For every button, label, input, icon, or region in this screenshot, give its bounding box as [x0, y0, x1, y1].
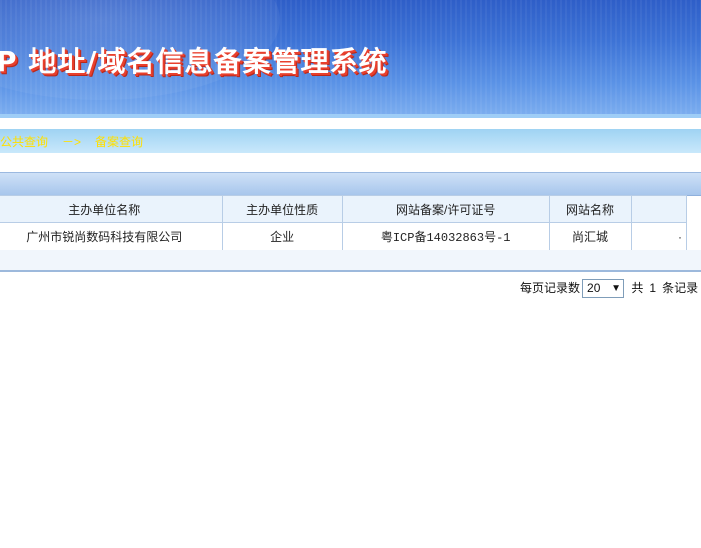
header-divider	[0, 114, 701, 118]
breadcrumb: 公共查询 －> 备案查询	[0, 133, 143, 150]
column-header-more	[630, 195, 688, 223]
breadcrumb-separator: －>	[62, 135, 82, 149]
per-page-label: 每页记录数	[520, 281, 581, 295]
table-header-row: 主办单位名称 主办单位性质 网站备案/许可证号 网站名称	[0, 195, 688, 223]
dropdown-arrow-icon: ▼	[611, 283, 622, 295]
system-title: P 地址/域名信息备案管理系统	[0, 45, 388, 78]
total-count: 1	[649, 281, 657, 295]
results-section-bar	[0, 172, 701, 196]
column-header-license-number: 网站备案/许可证号	[341, 195, 550, 223]
column-header-site-name: 网站名称	[548, 195, 632, 223]
per-page-select[interactable]: 20 ▼	[582, 279, 625, 299]
breadcrumb-bar: 公共查询 －> 备案查询	[0, 129, 701, 153]
per-page-value: 20	[587, 281, 601, 296]
cell-detail-link[interactable]: ·	[630, 222, 688, 251]
total-prefix: 共	[631, 281, 644, 295]
total-suffix: 条记录	[662, 281, 699, 295]
breadcrumb-current[interactable]: 备案查询	[95, 135, 143, 149]
column-header-sponsor-type: 主办单位性质	[221, 195, 343, 223]
cell-license-number: 粤ICP备14032863号-1	[341, 222, 550, 251]
header-banner: P 地址/域名信息备案管理系统	[0, 0, 701, 118]
cell-sponsor-name: 广州市锐尚数码科技有限公司	[0, 222, 223, 251]
results-table: 主办单位名称 主办单位性质 网站备案/许可证号 网站名称 广州市锐尚数码科技有限…	[0, 195, 688, 251]
table-row: 广州市锐尚数码科技有限公司 企业 粤ICP备14032863号-1 尚汇城 ·	[0, 222, 688, 251]
table-footer-bar	[0, 250, 701, 272]
breadcrumb-home-link[interactable]: 公共查询	[0, 135, 48, 149]
pagination: 每页记录数 20 ▼ 共 1 条记录	[520, 279, 699, 299]
column-header-sponsor-name: 主办单位名称	[0, 195, 223, 223]
cell-sponsor-type: 企业	[221, 222, 343, 251]
cell-site-name: 尚汇城	[548, 222, 632, 251]
